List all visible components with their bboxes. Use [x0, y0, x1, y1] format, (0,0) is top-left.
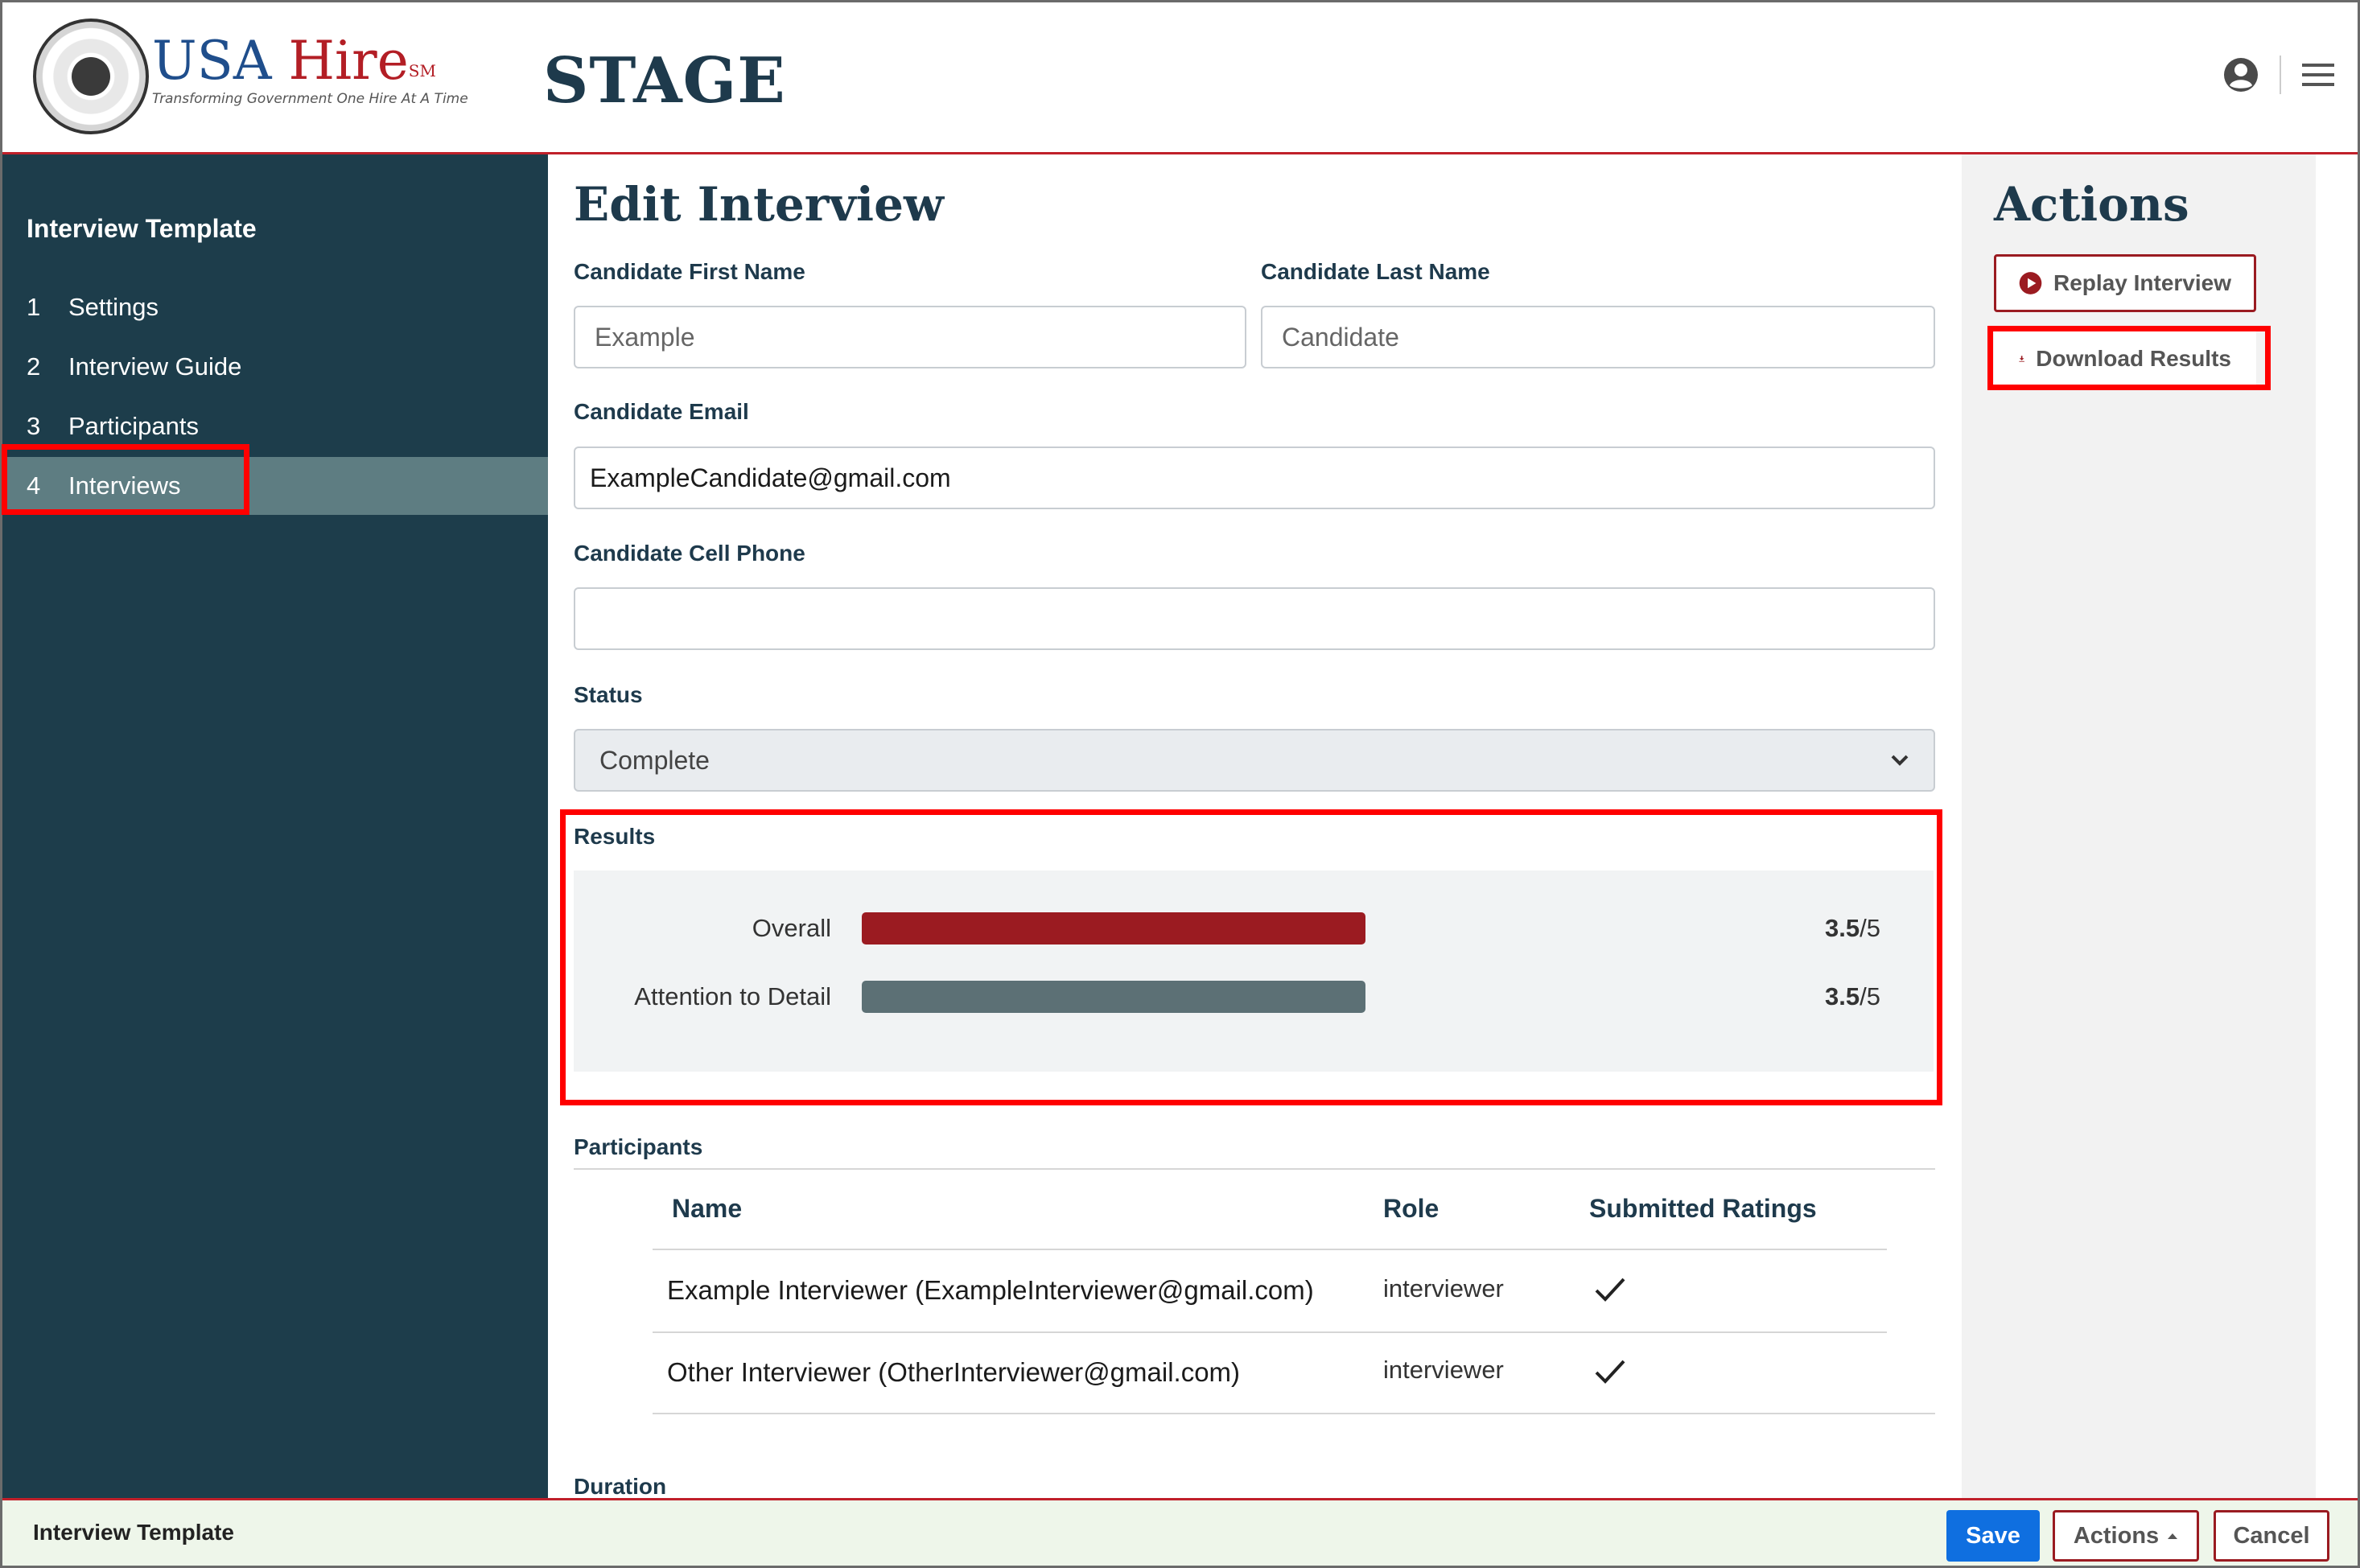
brand-sm: SM: [408, 61, 436, 80]
hamburger-menu-icon[interactable]: [2302, 62, 2334, 88]
sidebar: Interview Template 1 Settings 2 Intervie…: [2, 154, 548, 1498]
last-name-input[interactable]: [1261, 306, 1935, 368]
results-panel: Overall 3.5/5 Attention to Detail 3.5/5: [574, 870, 1934, 1072]
participant-role: interviewer: [1383, 1356, 1504, 1384]
footer-actions-button[interactable]: Actions: [2053, 1510, 2199, 1562]
header-divider: [2280, 56, 2281, 94]
results-label: Results: [574, 824, 656, 849]
download-icon: [2019, 356, 2024, 362]
participant-name: Example Interviewer (ExampleInterviewer@…: [667, 1275, 1314, 1305]
score-value: 3.5: [1825, 914, 1860, 942]
sidebar-item-label: Interviews: [68, 471, 181, 500]
brand-usa: USA: [152, 30, 289, 92]
usa-hire-logo[interactable]: USA HireSM Transforming Government One H…: [152, 35, 468, 108]
sidebar-item-number: 2: [27, 352, 41, 381]
status-select[interactable]: Complete: [574, 729, 1935, 792]
replay-interview-label: Replay Interview: [2053, 270, 2231, 295]
brand-tagline: Transforming Government One Hire At A Ti…: [152, 91, 468, 107]
opm-seal-logo: [33, 19, 149, 134]
download-results-label: Download Results: [2036, 346, 2231, 371]
page-title: Edit Interview: [574, 177, 944, 232]
sidebar-item-participants[interactable]: 3 Participants: [2, 397, 548, 455]
play-circle-icon: [2019, 272, 2042, 294]
participant-role: interviewer: [1383, 1274, 1504, 1303]
sidebar-item-label: Settings: [68, 293, 159, 321]
result-bar-fill-attention: [862, 981, 1366, 1013]
score-max: /5: [1860, 982, 1880, 1010]
participant-name: Other Interviewer (OtherInterviewer@gmai…: [667, 1357, 1241, 1387]
actions-title: Actions: [1994, 177, 2189, 232]
replay-interview-button[interactable]: Replay Interview: [1994, 254, 2256, 312]
app-header: USA HireSM Transforming Government One H…: [2, 2, 2358, 154]
result-label-attention: Attention to Detail: [634, 982, 831, 1010]
sidebar-item-label: Interview Guide: [68, 352, 242, 381]
result-bar-fill-overall: [862, 912, 1366, 945]
chevron-down-icon: [1891, 755, 1909, 766]
sidebar-item-number: 3: [27, 412, 41, 440]
sidebar-item-number: 4: [27, 471, 41, 500]
col-header-role: Role: [1383, 1194, 1439, 1223]
participants-divider: [574, 1168, 1935, 1170]
user-circle-icon[interactable]: [2223, 57, 2259, 93]
status-label: Status: [574, 682, 643, 707]
result-score-attention: 3.5/5: [1825, 982, 1880, 1011]
cell-phone-input[interactable]: [574, 587, 1935, 650]
sidebar-item-settings[interactable]: 1 Settings: [2, 278, 548, 336]
brand-hire: Hire: [288, 30, 409, 92]
cell-phone-label: Candidate Cell Phone: [574, 541, 805, 566]
result-bar-attention: [862, 981, 1795, 1013]
caret-up-icon: [2168, 1533, 2178, 1539]
checkmark-icon: [1595, 1278, 1625, 1302]
sidebar-item-number: 1: [27, 293, 41, 321]
sidebar-item-interviews[interactable]: 4 Interviews: [2, 457, 548, 515]
email-label: Candidate Email: [574, 399, 749, 424]
result-label-overall: Overall: [752, 914, 831, 942]
result-score-overall: 3.5/5: [1825, 914, 1880, 943]
save-label: Save: [1966, 1522, 2020, 1549]
duration-label: Duration: [574, 1474, 667, 1498]
score-max: /5: [1860, 914, 1880, 942]
sidebar-title: Interview Template: [27, 214, 257, 243]
score-value: 3.5: [1825, 982, 1860, 1010]
cancel-label: Cancel: [2233, 1522, 2310, 1549]
col-header-name: Name: [672, 1194, 743, 1223]
table-bottom-divider: [653, 1413, 1935, 1414]
footer-actions-label: Actions: [2073, 1522, 2160, 1549]
last-name-label: Candidate Last Name: [1261, 259, 1490, 284]
main-content: Edit Interview Candidate First Name Cand…: [548, 154, 1962, 1498]
sidebar-item-interview-guide[interactable]: 2 Interview Guide: [2, 338, 548, 396]
download-results-button[interactable]: Download Results: [1994, 330, 2256, 388]
email-input[interactable]: [574, 447, 1935, 509]
first-name-input[interactable]: [574, 306, 1246, 368]
table-row-divider: [653, 1331, 1887, 1333]
environment-title: STAGE: [543, 44, 786, 117]
checkmark-icon: [1595, 1360, 1625, 1384]
result-bar-overall: [862, 912, 1795, 945]
table-header-divider: [653, 1249, 1887, 1250]
first-name-label: Candidate First Name: [574, 259, 805, 284]
status-selected-value: Complete: [599, 745, 710, 775]
participants-label: Participants: [574, 1134, 703, 1159]
save-button[interactable]: Save: [1946, 1510, 2040, 1562]
cancel-button[interactable]: Cancel: [2214, 1510, 2329, 1562]
footer-title: Interview Template: [33, 1520, 235, 1545]
sidebar-item-label: Participants: [68, 412, 199, 440]
footer-bar: Interview Template Save Actions Cancel: [2, 1498, 2358, 1566]
col-header-submitted: Submitted Ratings: [1589, 1194, 1817, 1223]
actions-panel: Actions Replay Interview Download Result…: [1962, 154, 2316, 1498]
